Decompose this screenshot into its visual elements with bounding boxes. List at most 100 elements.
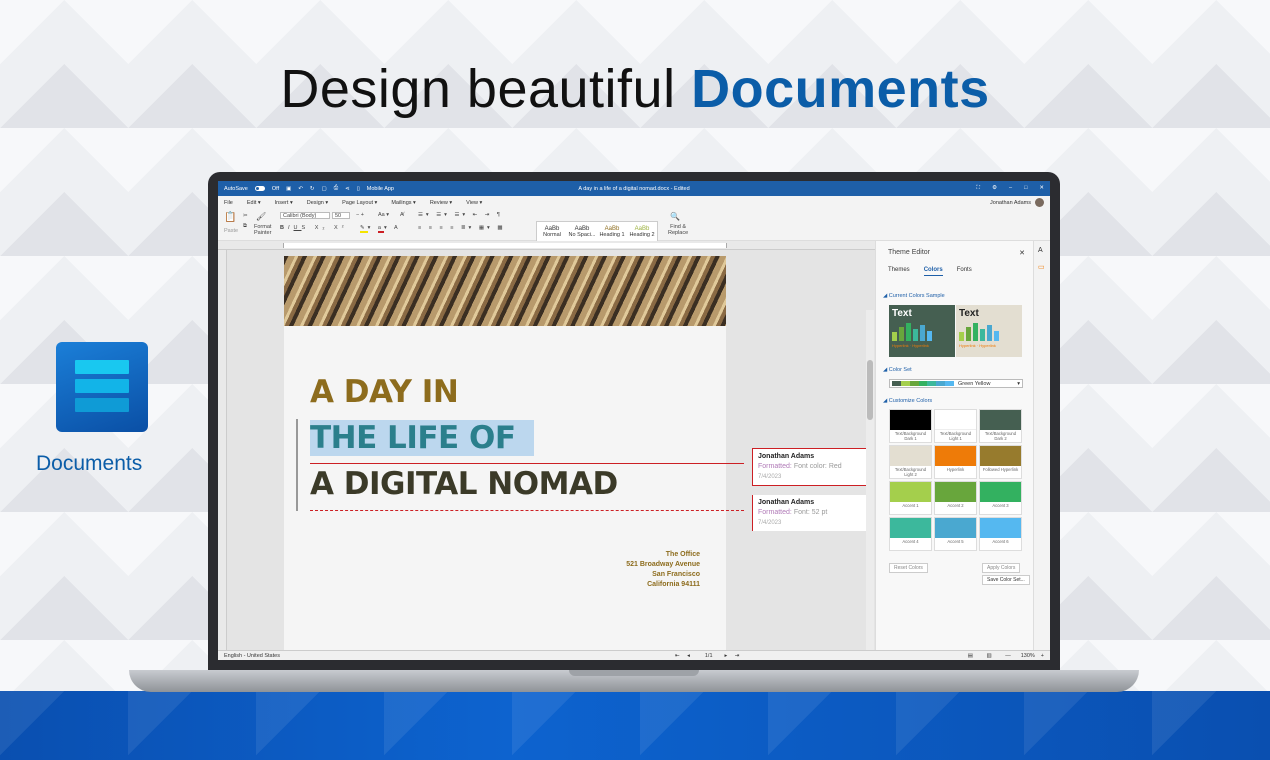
menu-page-layout[interactable]: Page Layout ▾ [342,200,377,206]
ribbon: 📋 Paste ✂ ⧉ 🖌 Format Painter Calibri (Bo… [218,209,1050,247]
tab-fonts[interactable]: Fonts [957,267,972,276]
new-doc-icon[interactable]: ▢ [322,186,327,192]
fullscreen-icon[interactable]: ⛶ [976,185,980,192]
revision-line-2 [310,510,744,511]
language-label[interactable]: English - United States [224,653,280,659]
menu-design[interactable]: Design ▾ [307,200,328,206]
swatch-accent-4[interactable]: Accent 4 [889,517,932,551]
close-icon[interactable]: ✕ [1039,185,1044,192]
text-format-icon[interactable]: A [1038,247,1043,254]
page-nav-first[interactable]: ⇤ ◂ [675,653,693,659]
print-icon[interactable]: ⎙ [334,185,338,192]
menu-insert[interactable]: Insert ▾ [275,200,293,206]
swatch-light-1[interactable]: Text/Background Light 1 [934,409,977,443]
menu-mailings[interactable]: Mailings ▾ [391,200,415,206]
swatch-accent-6[interactable]: Accent 6 [979,517,1022,551]
title-line-3: A DIGITAL NOMAD [310,466,618,502]
font-size-select[interactable]: 50 [332,212,350,219]
apply-colors-button[interactable]: Apply Colors [982,563,1021,573]
menu-file[interactable]: File [224,200,233,206]
right-rail: A ▭ [1033,241,1050,650]
current-sample-header[interactable]: ◢ Current Colors Sample [883,293,945,299]
grow-shrink-icons[interactable]: − + [356,212,364,218]
comment-card-2[interactable]: Jonathan Adams Formatted: Font: 52 pt 7/… [752,495,869,531]
paste-label[interactable]: Paste [224,228,238,234]
headline: Design beautiful Documents [0,58,1270,120]
view-mode-icons[interactable]: ▤ ▥ — [968,653,1017,659]
text-style-buttons[interactable]: BIUS X₂ X² [280,225,348,231]
undo-icon[interactable]: ↶ [298,186,303,192]
revision-line-1 [310,463,744,464]
vertical-scrollbar[interactable] [866,310,874,660]
swatch-dark-2[interactable]: Text/Background Dark 2 [979,409,1022,443]
swatch-accent-2[interactable]: Accent 2 [934,481,977,515]
share-icon[interactable]: ⋖ [345,186,350,192]
title-bar: AutoSave Off ▣ ↶ ↻ ▢ ⎙ ⋖ ▯ Mobile App A … [218,181,1050,196]
page-indicator: 1/1 [704,652,713,659]
vertical-ruler[interactable] [218,250,227,650]
document-page[interactable]: A DAY IN THE LIFE OF A DIGITAL NOMAD The… [284,256,744,656]
headline-accent: Documents [691,59,990,119]
swatch-light-2[interactable]: Text/Background Light 2 [889,445,932,479]
mobile-icon[interactable]: ▯ [357,186,360,192]
page-nav-next[interactable]: ▸ ⇥ [725,653,743,659]
find-replace-icon[interactable]: 🔍 [670,212,680,221]
theme-editor-panel: Theme Editor ✕ Themes Colors Fonts ◢ Cur… [875,241,1033,650]
color-set-select[interactable]: Green Yellow ▾ [889,379,1023,388]
menu-review[interactable]: Review ▾ [430,200,452,206]
title-line-1: A DAY IN [310,374,459,410]
font-name-select[interactable]: Calibri (Body) [280,212,330,219]
clear-format-icon[interactable]: A̸ [400,212,404,218]
autosave-toggle[interactable] [254,186,265,191]
minimize-icon[interactable]: – [1009,185,1012,192]
title-line-2: THE LIFE OF [310,420,534,456]
swatch-hyperlink[interactable]: Hyperlink [934,445,977,479]
redo-icon[interactable]: ↻ [310,186,315,192]
customize-colors-header[interactable]: ◢ Customize Colors [883,398,932,404]
find-replace-label[interactable]: Find & Replace [668,224,688,236]
swatch-accent-3[interactable]: Accent 3 [979,481,1022,515]
sample-light: Text Hyperlink · Hyperlink [956,305,1022,357]
highlight-color-icons[interactable]: ✎▾ a▾ A [360,225,401,233]
swatch-accent-1[interactable]: Accent 1 [889,481,932,515]
header-photo [284,256,726,326]
documents-app-icon [56,342,148,432]
theme-editor-title: Theme Editor [888,249,931,256]
sample-dark: Text Hyperlink · Hyperlink [889,305,955,357]
swatch-accent-5[interactable]: Accent 5 [934,517,977,551]
zoom-level[interactable]: 130% [1021,653,1035,659]
paste-icon[interactable]: 📋 [224,212,236,223]
copy-icon[interactable]: ⧉ [243,223,247,230]
autosave-state: Off [271,185,280,192]
menu-edit[interactable]: Edit ▾ [247,200,261,206]
horizontal-ruler[interactable] [218,241,876,250]
change-case-icon[interactable]: Aa ▾ [378,212,389,218]
comment-card-1[interactable]: Jonathan Adams Formatted: Font color: Re… [752,448,869,486]
alignment-buttons[interactable]: ≡ ≡ ≡ ≡ ≣▾ ▦▾ ▩ [418,225,506,231]
cut-icon[interactable]: ✂ [243,213,248,219]
save-color-set-button[interactable]: Save Color Set... [982,575,1030,585]
mobile-app-label[interactable]: Mobile App [367,186,394,192]
swatch-followed-hyperlink[interactable]: Followed Hyperlink [979,445,1022,479]
app-name: Documents [36,452,143,475]
user-account[interactable]: Jonathan Adams [990,198,1044,207]
format-painter-icon[interactable]: 🖌 [256,212,266,221]
user-name: Jonathan Adams [990,199,1031,206]
zoom-in-icon[interactable]: + [1041,653,1044,659]
save-icon[interactable]: ▣ [286,186,291,192]
reset-colors-button[interactable]: Reset Colors [889,563,928,573]
document-title: A day in a life of a digital nomad.docx … [578,185,690,192]
format-painter-label[interactable]: Format Painter [254,224,271,236]
tab-colors[interactable]: Colors [923,267,943,276]
settings-icon[interactable]: ⚙ [992,185,997,192]
status-bar: English - United States ⇤ ◂ 1/1 ▸ ⇥ ▤ ▥ … [218,650,1050,660]
change-bar [296,419,298,511]
color-set-header[interactable]: ◢ Color Set [883,367,912,373]
list-buttons[interactable]: ☰▾ ☰▾ ☰▾ ⇤ ⇥ ¶ [418,212,503,218]
maximize-icon[interactable]: □ [1024,185,1027,192]
tab-themes[interactable]: Themes [888,267,910,276]
menu-view[interactable]: View ▾ [466,200,482,206]
comment-icon[interactable]: ▭ [1038,263,1045,271]
swatch-dark-1[interactable]: Text/Background Dark 1 [889,409,932,443]
close-panel-icon[interactable]: ✕ [1019,249,1025,257]
